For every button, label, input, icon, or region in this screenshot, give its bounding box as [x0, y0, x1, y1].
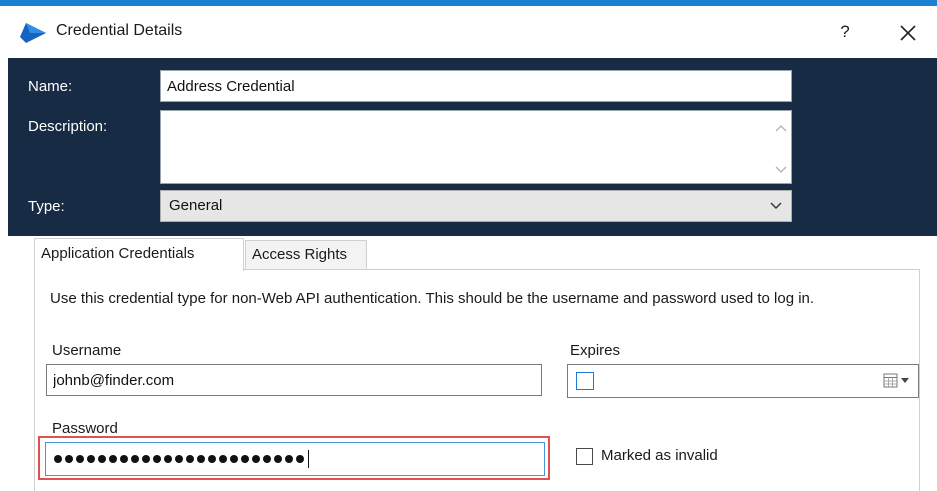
username-input[interactable]: [46, 364, 542, 396]
password-mask-dot: [186, 455, 194, 463]
password-mask-dot: [131, 455, 139, 463]
password-mask-dot: [175, 455, 183, 463]
chevron-down-icon: [770, 202, 782, 209]
type-select-value: General: [169, 197, 223, 214]
scroll-down-icon[interactable]: [775, 165, 787, 175]
description-label: Description:: [28, 118, 108, 135]
password-mask-dot: [230, 455, 238, 463]
password-mask-dot: [252, 455, 260, 463]
expires-checkbox[interactable]: [576, 372, 594, 390]
tab-application-credentials[interactable]: Application Credentials: [34, 238, 244, 271]
text-caret: [308, 450, 309, 468]
password-mask-dot: [153, 455, 161, 463]
password-mask-dot: [65, 455, 73, 463]
name-label: Name:: [28, 78, 73, 95]
password-mask-dot: [285, 455, 293, 463]
title-bar: Credential Details ?: [0, 6, 937, 58]
close-icon[interactable]: [893, 18, 923, 48]
password-mask-dot: [98, 455, 106, 463]
password-mask-dot: [208, 455, 216, 463]
password-mask-dot: [263, 455, 271, 463]
calendar-dropdown-icon[interactable]: [882, 372, 914, 390]
password-input[interactable]: [45, 442, 545, 476]
expires-datepicker[interactable]: [567, 364, 919, 398]
password-mask-dot: [142, 455, 150, 463]
password-mask-dot: [54, 455, 62, 463]
password-mask-dot: [296, 455, 304, 463]
marked-invalid-label: Marked as invalid: [601, 447, 718, 464]
credential-type-description: Use this credential type for non-Web API…: [50, 290, 815, 307]
password-mask: [54, 450, 309, 468]
password-mask-dot: [120, 455, 128, 463]
help-button[interactable]: ?: [828, 16, 862, 48]
window-title: Credential Details: [56, 22, 183, 39]
password-mask-dot: [109, 455, 117, 463]
credential-details-dialog: Credential Details ? Name: Description: …: [0, 0, 937, 491]
marked-invalid-checkbox[interactable]: [576, 448, 593, 465]
description-textarea[interactable]: [160, 110, 792, 184]
password-mask-dot: [76, 455, 84, 463]
password-mask-dot: [164, 455, 172, 463]
type-label: Type:: [28, 198, 65, 215]
password-mask-dot: [87, 455, 95, 463]
username-label: Username: [52, 342, 122, 359]
type-select[interactable]: General: [160, 190, 792, 222]
tab-access-rights[interactable]: Access Rights: [245, 240, 367, 270]
password-mask-dot: [274, 455, 282, 463]
expires-label: Expires: [570, 342, 621, 359]
password-mask-dot: [197, 455, 205, 463]
scroll-up-icon[interactable]: [775, 123, 787, 133]
password-mask-dot: [219, 455, 227, 463]
tab-strip: Application Credentials Access Rights: [8, 236, 937, 271]
password-label: Password: [52, 420, 118, 437]
name-input[interactable]: [160, 70, 792, 102]
password-mask-dot: [241, 455, 249, 463]
description-scrollbar[interactable]: [771, 111, 791, 183]
app-logo-icon: [20, 23, 46, 43]
